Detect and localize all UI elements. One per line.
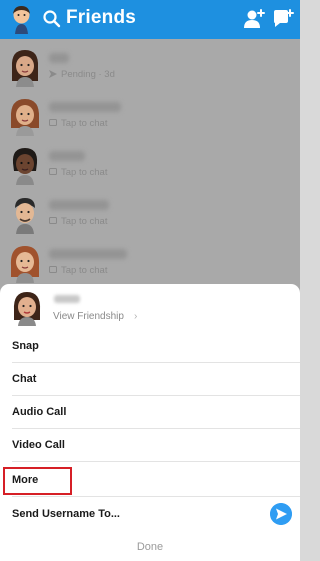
friend-bitmoji [13,292,41,326]
view-friendship-link[interactable]: View Friendship [53,311,124,322]
friend-name-blurred [49,53,69,63]
friend-bitmoji [12,148,38,185]
friend-bitmoji [11,50,39,87]
chat-icon [49,217,57,224]
friend-status: Tap to chat [49,118,107,129]
done-button[interactable]: Done [0,541,300,553]
menu-item-label: Audio Call [12,406,67,418]
search-icon[interactable] [42,9,62,29]
menu-item-label: Video Call [12,439,65,451]
sheet-profile-header[interactable]: View Friendship › [0,284,300,330]
chat-icon [49,119,57,126]
friend-name-blurred [49,102,121,112]
more-highlight-box [3,467,72,495]
friend-row[interactable]: Pending · 3d [0,43,300,92]
friend-status: Tap to chat [49,216,107,227]
friend-bitmoji [10,246,40,283]
menu-item-label: Send Username To... [12,508,120,520]
video-call-menu-item[interactable]: Video Call [0,429,300,462]
divider [12,461,300,462]
friend-row[interactable]: Tap to chat [0,239,300,288]
divider [12,496,300,497]
snap-menu-item[interactable]: Snap [0,330,300,363]
add-friend-icon[interactable] [243,8,265,30]
chat-icon [49,266,57,273]
friend-name-blurred [49,200,109,210]
friend-action-sheet: View Friendship › Snap Chat Audio Call V… [0,284,300,561]
audio-call-menu-item[interactable]: Audio Call [0,396,300,429]
page-title: Friends [66,7,137,28]
friend-row[interactable]: Tap to chat [0,190,300,239]
chat-menu-item[interactable]: Chat [0,363,300,396]
profile-avatar[interactable] [8,5,35,34]
friend-bitmoji [10,99,40,136]
chevron-right-icon: › [134,311,138,322]
chat-icon [49,168,57,175]
friend-name-blurred [49,249,127,259]
new-chat-icon[interactable] [272,8,294,30]
friend-status: Tap to chat [49,265,107,276]
friend-status: Pending · 3d [49,69,115,80]
friend-row[interactable]: Tap to chat [0,141,300,190]
friend-status: Tap to chat [49,167,107,178]
send-username-menu-item[interactable]: Send Username To... [0,498,300,531]
friend-name-blurred [54,295,80,303]
arrow-icon [49,70,57,78]
send-arrow-icon[interactable] [270,503,292,525]
friend-row[interactable]: Tap to chat [0,92,300,141]
top-bar: Friends [0,0,300,39]
friend-bitmoji [15,198,35,234]
menu-item-label: Snap [12,340,39,352]
friend-name-blurred [49,151,85,161]
menu-item-label: Chat [12,373,37,385]
